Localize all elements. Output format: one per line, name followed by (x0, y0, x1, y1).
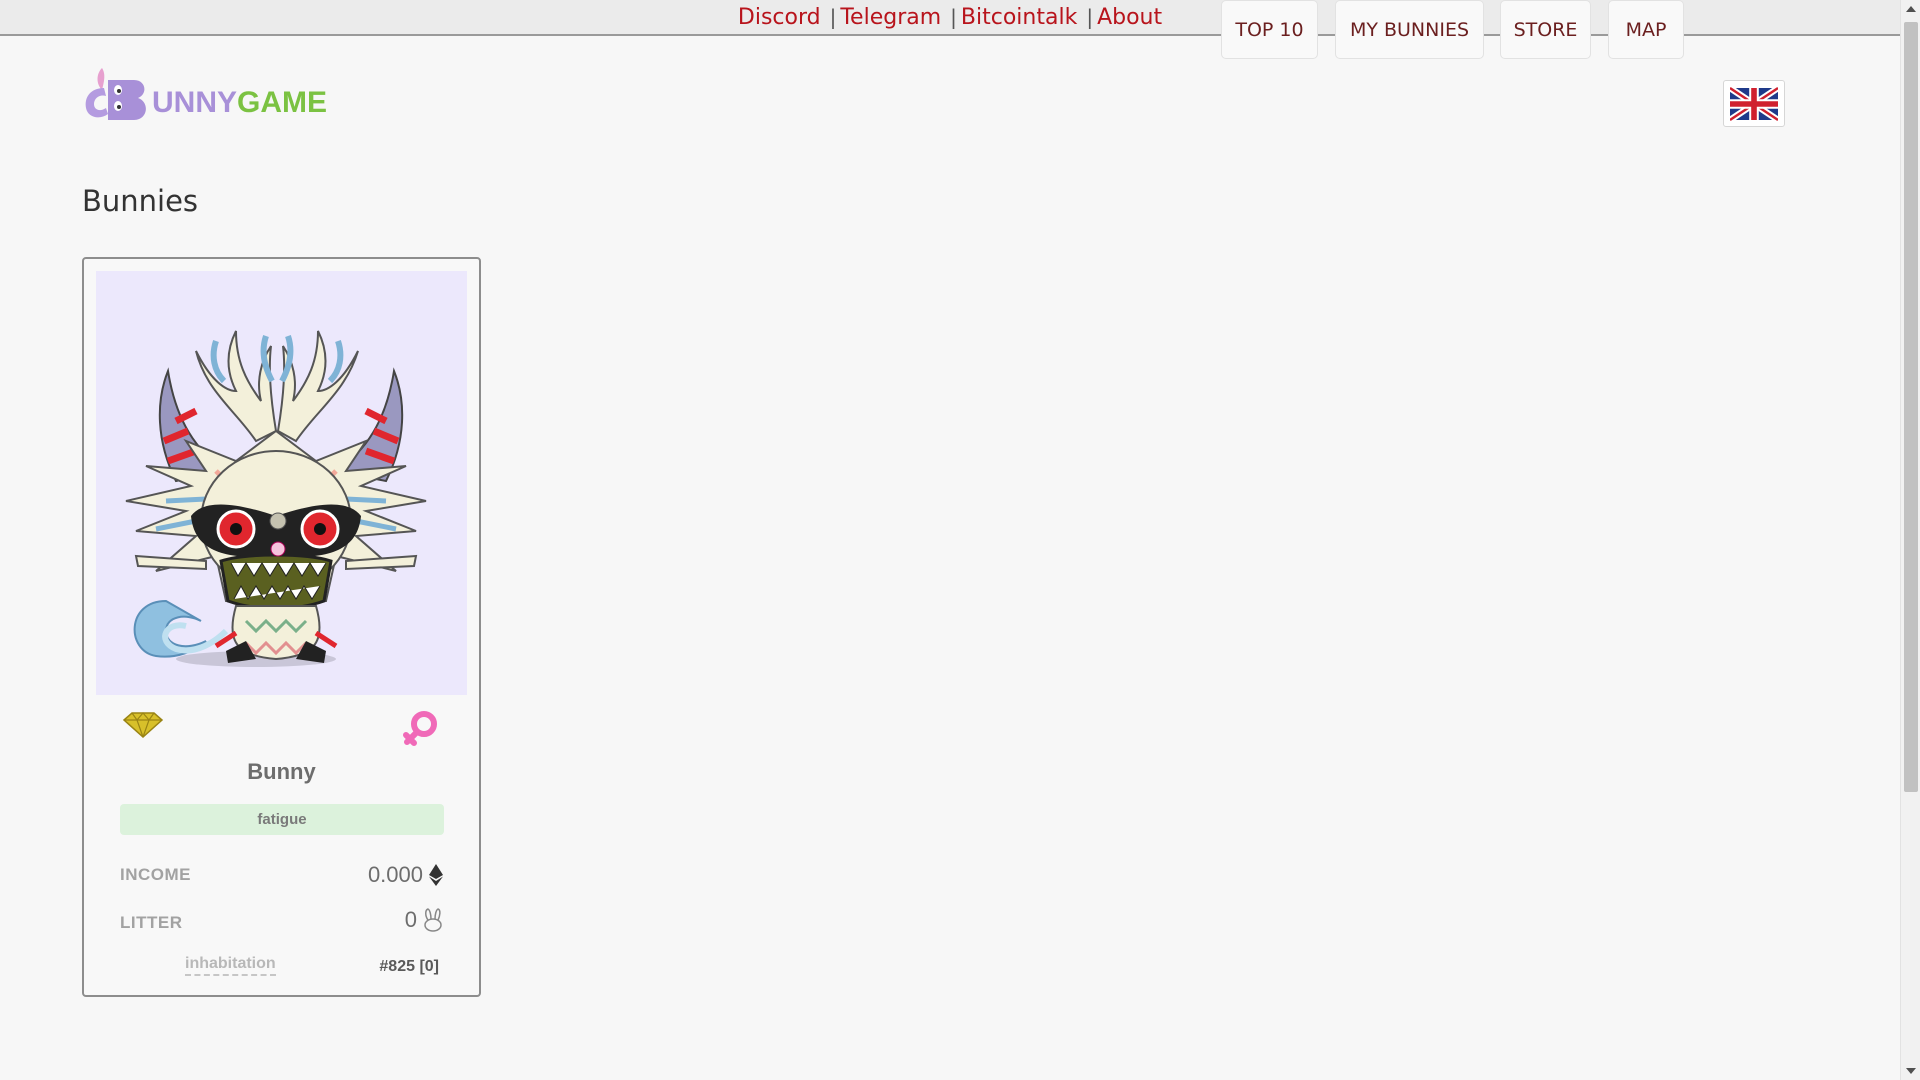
logo-text: UNNYGAME (152, 86, 327, 120)
logo-text-unny: UNNY (152, 86, 238, 119)
status-badge: fatigue (120, 804, 444, 835)
bunny-name: Bunny (247, 759, 316, 784)
about-link[interactable]: About (1097, 5, 1162, 30)
ethereum-icon (429, 864, 443, 886)
bunny-logo-icon (85, 68, 146, 120)
nav-top10-button[interactable]: TOP 10 (1221, 0, 1318, 59)
link-separator: | (950, 5, 957, 29)
bunny-card[interactable]: Bunny fatigue INCOME 0.000 LITTER 0 inha… (82, 257, 481, 997)
link-separator: | (1086, 5, 1094, 29)
litter-value: 0 (405, 907, 443, 933)
bunny-id: #825 [0] (379, 958, 439, 975)
bunny-outline-icon (424, 908, 442, 932)
page-scrollbar[interactable] (1900, 0, 1920, 1080)
income-label: INCOME (120, 865, 191, 884)
bitcointalk-link[interactable]: Bitcointalk (961, 5, 1077, 30)
nav-map-button[interactable]: MAP (1608, 0, 1684, 59)
telegram-link[interactable]: Telegram (840, 5, 941, 30)
language-selector[interactable] (1723, 80, 1785, 127)
nav-my-bunnies-button[interactable]: MY BUNNIES (1335, 0, 1484, 59)
income-amount: 0.000 (367, 862, 423, 887)
uk-flag-icon (1730, 86, 1778, 121)
nav-store-button[interactable]: STORE (1500, 0, 1591, 59)
litter-amount: 0 (404, 907, 417, 932)
diamond-icon (122, 711, 164, 743)
scroll-down-icon[interactable] (1906, 1068, 1916, 1074)
bunnygame-logo[interactable]: UNNYGAME (82, 64, 332, 124)
page-title: Bunnies (82, 184, 199, 218)
litter-label: LITTER (120, 913, 183, 932)
logo-text-game: GAME (237, 86, 328, 119)
link-separator: | (829, 5, 837, 29)
discord-link[interactable]: Discord (738, 5, 821, 30)
bunny-illustration-icon (125, 330, 427, 667)
inhabitation-link[interactable]: inhabitation (185, 955, 276, 976)
scrollbar-thumb[interactable] (1904, 22, 1918, 792)
scroll-up-icon[interactable] (1906, 6, 1916, 12)
income-value: 0.000 (368, 862, 443, 888)
bunny-image[interactable] (96, 271, 467, 695)
female-icon (402, 709, 440, 753)
